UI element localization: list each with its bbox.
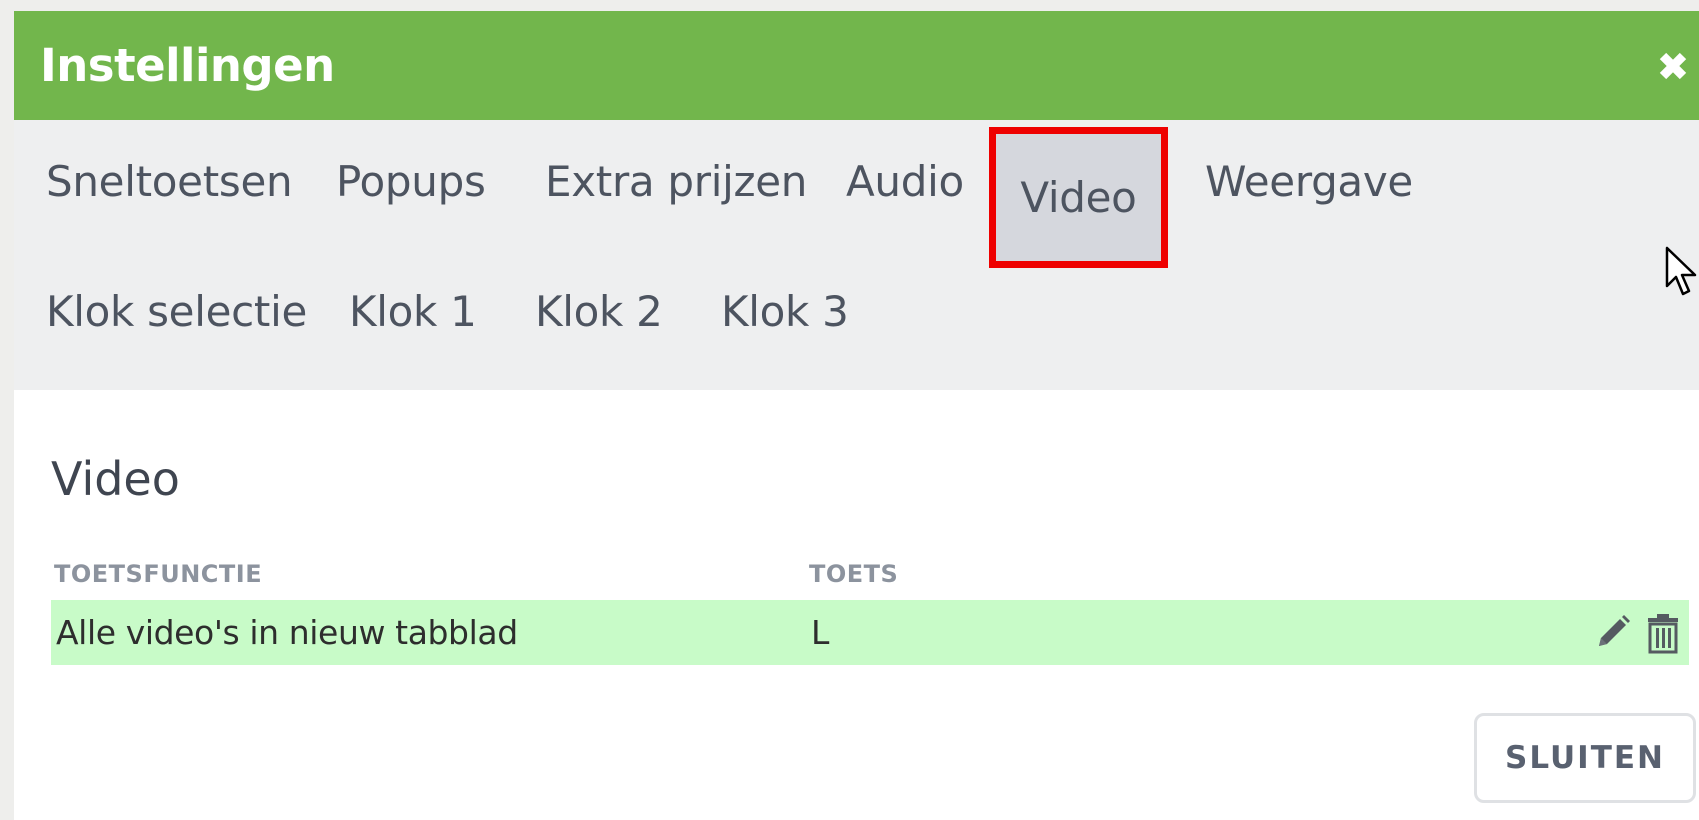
delete-button[interactable] [1643,612,1683,654]
tab-bar: Sneltoetsen Popups Extra prijzen Audio V… [14,120,1699,390]
tab-sneltoetsen[interactable]: Sneltoetsen [46,120,293,244]
tab-klok-selectie[interactable]: Klok selectie [46,250,307,374]
mouse-cursor-icon [1665,246,1697,296]
tab-extra-prijzen[interactable]: Extra prijzen [545,120,807,244]
table-row: Alle video's in nieuw tabblad L [51,600,1689,665]
settings-dialog: Instellingen Sneltoetsen Popups Extra pr… [14,11,1699,820]
tab-klok-2[interactable]: Klok 2 [535,250,663,374]
tab-klok-1[interactable]: Klok 1 [349,250,477,374]
dialog-title: Instellingen [40,39,335,92]
tab-video[interactable]: Video [989,127,1168,268]
tab-klok-3[interactable]: Klok 3 [721,250,849,374]
close-button[interactable] [1647,42,1699,90]
tab-popups[interactable]: Popups [336,120,486,244]
dialog-header: Instellingen [14,11,1699,120]
tab-audio[interactable]: Audio [846,120,964,244]
pencil-icon [1599,615,1630,646]
row-function: Alle video's in nieuw tabblad [56,613,518,652]
tab-weergave[interactable]: Weergave [1205,120,1413,244]
edit-button[interactable] [1593,612,1633,654]
section-title: Video [51,452,180,506]
close-dialog-button[interactable]: SLUITEN [1474,713,1696,803]
row-key: L [811,613,829,652]
column-header-key: TOETS [809,560,899,588]
close-icon [1659,52,1687,80]
column-header-function: TOETSFUNCTIE [54,560,263,588]
trash-icon [1648,614,1678,654]
